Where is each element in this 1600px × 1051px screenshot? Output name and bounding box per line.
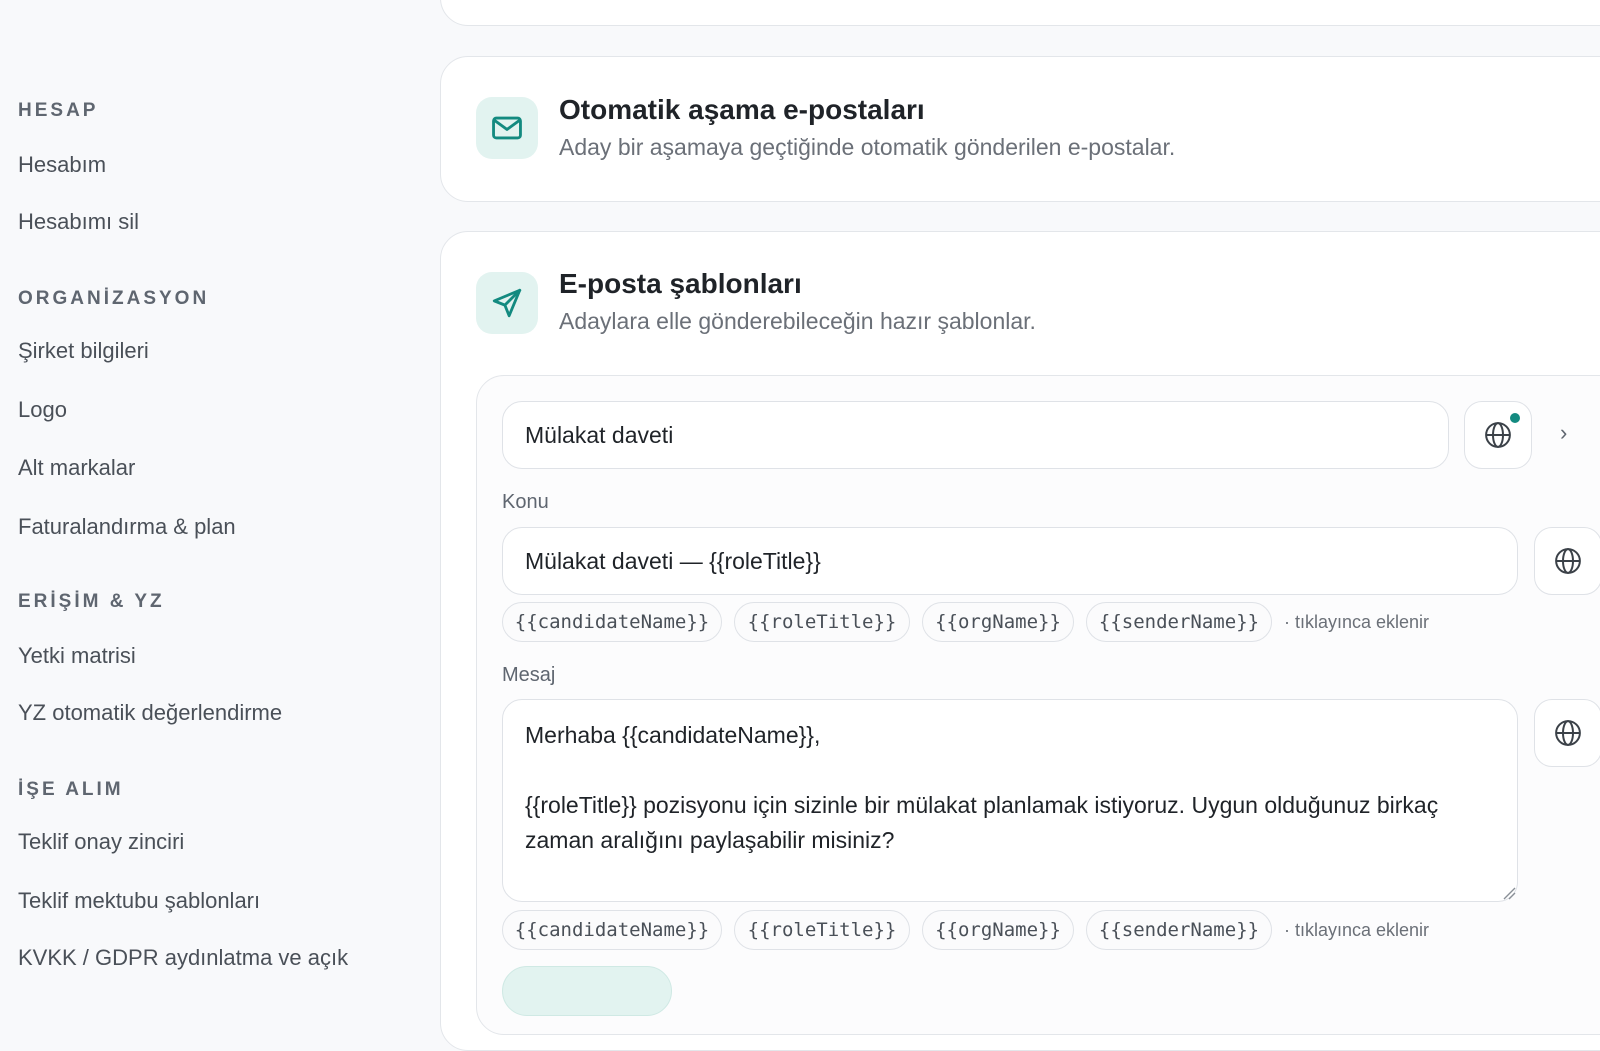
add-template-button[interactable] [502,966,672,1016]
send-icon [476,272,538,334]
auto-emails-card[interactable] [440,56,1600,202]
more-icon[interactable]: › [1560,420,1567,446]
sidebar-item-teklif-mektubu[interactable]: Teklif mektubu şablonları [18,888,260,914]
sidebar-item-faturalandirma[interactable]: Faturalandırma & plan [18,514,236,540]
globe-icon [1555,548,1581,574]
chip-sender-name[interactable]: {{senderName}} [1086,602,1272,642]
subject-value: Mülakat daveti — {{roleTitle}} [525,547,821,574]
auto-emails-subtitle: Aday bir aşamaya geçtiğinde otomatik gön… [559,134,1176,160]
sidebar-item-yz-degerlendirme[interactable]: YZ otomatik değerlendirme [18,700,282,726]
sidebar-item-logo[interactable]: Logo [18,397,67,423]
section-title-ise-alim: İŞE ALIM [18,779,124,800]
sidebar-item-yetki-matrisi[interactable]: Yetki matrisi [18,643,136,669]
email-templates-title: E-posta şablonları [559,268,802,299]
chip-hint: · tıklayınca eklenir [1284,920,1430,940]
chip-org-name[interactable]: {{orgName}} [922,910,1074,950]
chip-candidate-name[interactable]: {{candidateName}} [502,910,722,950]
resize-handle-icon[interactable] [1502,886,1516,900]
sidebar-item-alt-markalar[interactable]: Alt markalar [18,455,135,481]
chip-sender-name[interactable]: {{senderName}} [1086,910,1272,950]
section-title-hesap: HESAP [18,100,99,121]
translate-subject-button[interactable] [1534,527,1600,595]
template-name-value: Mülakat daveti [525,421,674,448]
template-name-input[interactable]: Mülakat daveti [502,401,1449,469]
message-label: Mesaj [502,664,556,686]
globe-icon [1485,422,1511,448]
sidebar-item-hesabimi-sil[interactable]: Hesabımı sil [18,209,139,235]
sidebar-item-kvkk-gdpr[interactable]: KVKK / GDPR aydınlatma ve açık [18,945,348,971]
translate-message-button[interactable] [1534,699,1600,767]
message-textarea[interactable]: Merhaba {{candidateName}}, {{roleTitle}}… [502,699,1518,902]
chip-org-name[interactable]: {{orgName}} [922,602,1074,642]
subject-label: Konu [502,491,549,513]
status-dot [1510,413,1520,423]
sidebar-item-teklif-onay[interactable]: Teklif onay zinciri [18,829,184,855]
chip-role-title[interactable]: {{roleTitle}} [734,602,910,642]
chip-hint: · tıklayınca eklenir [1284,612,1430,632]
sidebar-item-sirket-bilgileri[interactable]: Şirket bilgileri [18,338,149,364]
section-title-erisim-yz: ERİŞİM & YZ [18,591,165,612]
mail-icon [476,97,538,159]
chip-candidate-name[interactable]: {{candidateName}} [502,602,722,642]
chip-role-title[interactable]: {{roleTitle}} [734,910,910,950]
translate-name-button[interactable] [1464,401,1532,469]
globe-icon [1555,720,1581,746]
previous-card [440,0,1600,26]
subject-input[interactable]: Mülakat daveti — {{roleTitle}} [502,527,1518,595]
section-title-organizasyon: ORGANİZASYON [18,288,210,309]
email-templates-subtitle: Adaylara elle gönderebileceğin hazır şab… [559,308,1036,334]
settings-sidebar: HESAP Hesabım Hesabımı sil ORGANİZASYON … [0,0,440,1002]
sidebar-item-hesabim[interactable]: Hesabım [18,152,106,178]
auto-emails-title: Otomatik aşama e-postaları [559,94,925,125]
